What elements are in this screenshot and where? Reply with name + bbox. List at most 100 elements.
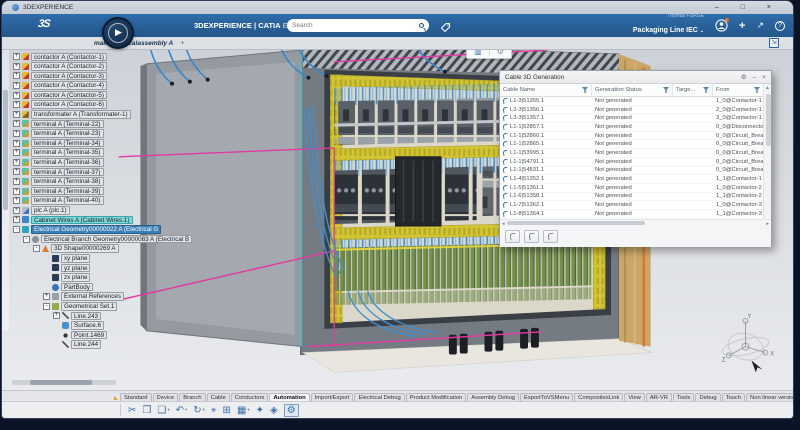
expand-toggle[interactable]: +	[13, 168, 20, 175]
user-avatar-button[interactable]	[715, 19, 728, 32]
expand-toggle[interactable]	[43, 255, 50, 262]
tag-icon[interactable]	[440, 20, 451, 38]
tree-item[interactable]: zx plane	[11, 273, 192, 283]
tree-item[interactable]: + contactor A (Contactor-2)	[11, 62, 192, 72]
select-icon[interactable]: ⌖	[211, 405, 217, 416]
tree-item[interactable]: + terminal A (Terminal-40)	[11, 196, 192, 206]
filter-icon[interactable]	[582, 87, 588, 93]
expand-toggle[interactable]: +	[13, 207, 20, 214]
cut-icon[interactable]: ✂	[128, 405, 136, 416]
tree-item[interactable]: + terminal A (Terminal-22)	[11, 119, 192, 129]
workbench-tab[interactable]: Branch	[179, 393, 205, 401]
tree-item[interactable]: + transformater A (Transformater-1)	[11, 110, 192, 120]
measure-icon[interactable]: ◈	[270, 405, 278, 416]
expand-toggle[interactable]: +	[13, 120, 20, 127]
cable-row[interactable]: L1-1|54791.1 Not generated 0_0@Circuit_B…	[500, 158, 763, 167]
column-cable-name[interactable]: Cable Name	[500, 84, 592, 96]
paste-icon[interactable]: ❏▾	[157, 405, 169, 416]
expand-toggle[interactable]	[43, 284, 50, 291]
expand-toggle[interactable]: +	[13, 130, 20, 137]
expand-toggle[interactable]: +	[13, 178, 20, 185]
panel-settings-icon[interactable]: ⚙	[741, 73, 747, 81]
compass-play-icon[interactable]: ▶	[115, 27, 122, 38]
share-icon[interactable]: ↗	[756, 20, 764, 31]
copy-icon[interactable]: ❐	[142, 405, 151, 416]
expand-toggle[interactable]	[43, 274, 50, 281]
workbench-tab[interactable]: Device	[153, 393, 179, 401]
cable-row[interactable]: L1-8|51364.1 Not generated 1_1@Contactor…	[500, 210, 763, 219]
search-icon[interactable]	[419, 23, 424, 28]
tree-horizontal-scrollbar[interactable]	[12, 380, 116, 385]
workbench-tab[interactable]: Debug	[695, 393, 720, 401]
cable-row[interactable]: L3-3|51357.1 Not generated 3_0@Contactor…	[500, 114, 763, 123]
expand-toggle[interactable]	[53, 322, 60, 329]
expand-toggle[interactable]: +	[13, 63, 20, 70]
tree-item[interactable]: Point.1469	[11, 330, 192, 340]
expand-toggle[interactable]: +	[13, 53, 20, 60]
workbench-tab[interactable]: View	[624, 393, 644, 401]
tree-item[interactable]: + Cabinet Wires A (Cabinet Wires.1)	[11, 215, 192, 225]
tree-item[interactable]: + contactor A (Contactor-1)	[11, 52, 192, 62]
filter-icon[interactable]	[754, 87, 760, 93]
cable-row[interactable]: L1-1|52860.1 Not generated 0_0@Circuit_B…	[500, 132, 763, 141]
expand-toggle[interactable]: +	[13, 101, 20, 108]
generate-all-cables-button[interactable]	[505, 230, 520, 243]
filter-icon[interactable]	[663, 87, 669, 93]
minimize-button[interactable]: –	[715, 4, 719, 11]
close-button[interactable]: ×	[767, 4, 771, 11]
cable-row[interactable]: L1-1|54831.1 Not generated 0_0@Circuit_B…	[500, 167, 763, 176]
expand-toggle[interactable]: +	[13, 111, 20, 118]
tree-item[interactable]: + External References	[11, 292, 192, 302]
cable-row[interactable]: L1-6|51358.1 Not generated 1_1@Contactor…	[500, 193, 763, 202]
expand-toggle[interactable]: +	[13, 149, 20, 156]
search-box[interactable]	[287, 19, 429, 32]
tree-item[interactable]: + contactor A (Contactor-6)	[11, 100, 192, 110]
maximize-button[interactable]: □	[741, 4, 745, 11]
axis-triad[interactable]: Y X Z	[721, 314, 775, 364]
tree-item[interactable]: + terminal A (Terminal-34)	[11, 138, 192, 148]
workbench-tab[interactable]: CompositesLink	[574, 393, 623, 401]
workbench-tab[interactable]: Import/Export	[311, 393, 354, 401]
workbench-tab[interactable]: AR-VR	[646, 393, 672, 401]
undo-icon[interactable]: ↶▾	[176, 405, 188, 416]
3d-viewport[interactable]: Y X Z + contactor A (Contactor-1)	[2, 50, 793, 390]
workbench-tab[interactable]: Assembly Debug	[467, 393, 519, 401]
expand-toggle[interactable]: +	[13, 197, 20, 204]
workbench-tab[interactable]: Tools	[673, 393, 695, 401]
workbench-tab[interactable]: Cable	[207, 393, 230, 401]
search-input[interactable]	[292, 22, 419, 29]
help-button[interactable]: ?	[775, 21, 785, 31]
tree-item[interactable]: yz plane	[11, 263, 192, 273]
generate-selected-cables-button[interactable]	[524, 230, 539, 243]
expand-toggle[interactable]: -	[23, 236, 30, 243]
tree-item[interactable]: - Geometrical Set.1	[11, 301, 192, 311]
panel-close-button[interactable]: ×	[762, 74, 766, 81]
tree-item[interactable]: PartBody	[11, 282, 192, 292]
cable-row[interactable]: L1-4|51352.1 Not generated 1_1@Contactor…	[500, 175, 763, 184]
expand-toggle[interactable]: +	[43, 293, 50, 300]
redo-icon[interactable]: ↻▾	[193, 405, 205, 416]
cable-row[interactable]: L1-1|52857.1 Not generated 0_0@Disconnec…	[500, 123, 763, 132]
cable-generation-options-button[interactable]	[543, 230, 558, 243]
expand-toggle[interactable]: +	[13, 188, 20, 195]
expand-toggle[interactable]	[43, 264, 50, 271]
add-button[interactable]: +	[739, 20, 745, 32]
expand-toggle[interactable]: +	[13, 159, 20, 166]
expand-toggle[interactable]: +	[13, 92, 20, 99]
cable-row[interactable]: L1-1|53995.1 Not generated 0_0@Circuit_B…	[500, 149, 763, 158]
expand-toggle[interactable]: -	[13, 226, 20, 233]
tree-item[interactable]: + terminal A (Terminal-38)	[11, 177, 192, 187]
gear-icon[interactable]: ⚙	[497, 50, 504, 56]
cable-row[interactable]: L2-3|51356.1 Not generated 2_0@Contactor…	[500, 106, 763, 115]
expand-toggle[interactable]: -	[43, 303, 50, 310]
tree-item[interactable]: - 3D Shape00000269 A	[11, 244, 192, 254]
workbench-tab[interactable]: Electrical Debug	[354, 393, 404, 401]
tree-vertical-scrollbar[interactable]	[2, 50, 9, 330]
column-from[interactable]: From	[713, 84, 763, 96]
tree-item[interactable]: + terminal A (Terminal-37)	[11, 167, 192, 177]
import-table-icon[interactable]: ▥	[474, 50, 482, 56]
tree-item[interactable]: + contactor A (Contactor-5)	[11, 90, 192, 100]
table-vertical-scrollbar[interactable]: ▲	[763, 84, 771, 219]
3d-compass[interactable]: ▶	[102, 17, 134, 49]
tree-item[interactable]: - Electrical Geometry00000022 A (Electri…	[11, 225, 192, 235]
